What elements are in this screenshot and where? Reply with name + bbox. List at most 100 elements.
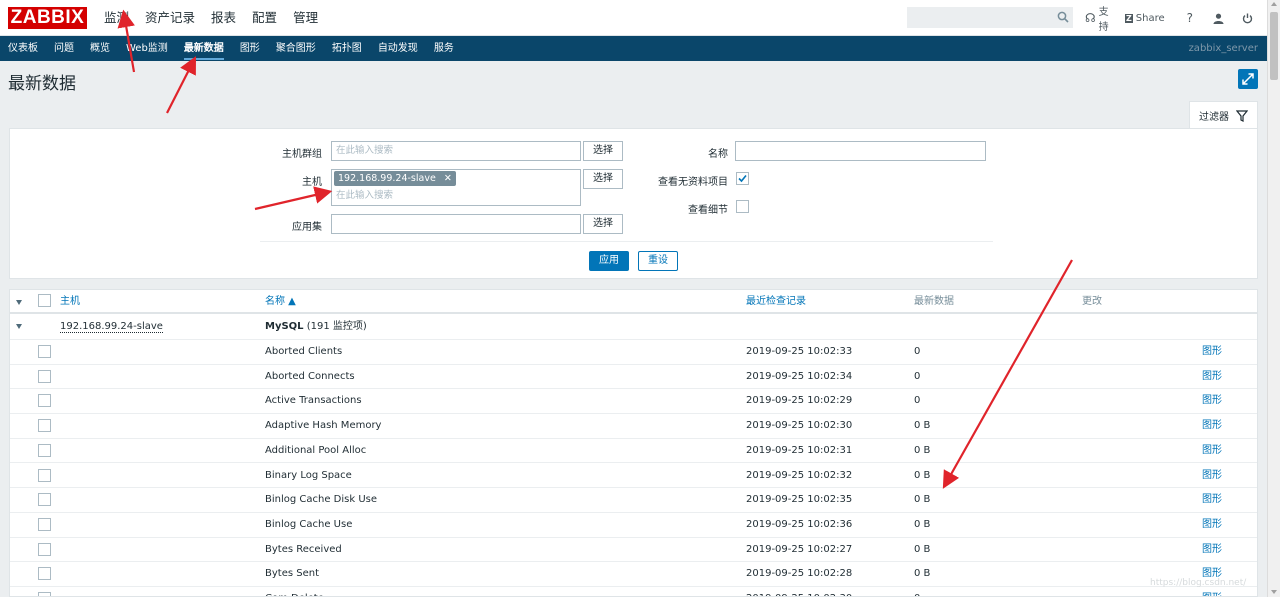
row-checkbox[interactable]: [38, 419, 51, 433]
header-name[interactable]: 名称 ▲: [265, 290, 296, 313]
show-no-data-checkbox[interactable]: [736, 172, 749, 185]
group-host[interactable]: 192.168.99.24-slave: [60, 315, 163, 339]
main-nav-monitoring[interactable]: 监测: [104, 0, 129, 36]
global-search-input[interactable]: [907, 7, 1073, 28]
subnav-problems[interactable]: 问题: [54, 36, 74, 61]
main-nav-reports[interactable]: 报表: [211, 0, 236, 36]
fullscreen-button[interactable]: [1238, 69, 1258, 89]
item-last-value: 0 B: [914, 494, 931, 506]
top-bar: ZABBIX 监测 资产记录 报表 配置 管理 ☊ 支持 Z Share ?: [0, 0, 1267, 36]
row-checkbox[interactable]: [38, 517, 51, 531]
scrollbar-thumb[interactable]: [1270, 12, 1278, 80]
graph-link[interactable]: 图形: [1202, 488, 1222, 512]
filter-panel: 主机群组 在此输入搜索 选择 主机 在此输入搜索 192.168.99.24-s…: [9, 128, 1258, 279]
host-label: 主机: [302, 177, 322, 188]
item-name: Com Delete: [265, 587, 324, 596]
page-scrollbar[interactable]: [1267, 0, 1280, 597]
graph-link[interactable]: 图形: [1202, 538, 1222, 562]
host-select-button[interactable]: 选择: [583, 169, 623, 189]
host-group-input[interactable]: 在此输入搜索: [331, 141, 581, 161]
item-name: Aborted Connects: [265, 370, 355, 382]
subnav-discovery[interactable]: 自动发现: [378, 36, 418, 61]
zabbix-logo[interactable]: ZABBIX: [8, 7, 87, 29]
row-checkbox[interactable]: [38, 443, 51, 457]
help-link[interactable]: ?: [1187, 11, 1193, 25]
main-nav-configuration[interactable]: 配置: [252, 0, 277, 36]
main-nav-administration[interactable]: 管理: [293, 0, 318, 36]
table-row: Aborted Connects 2019-09-25 10:02:34 0 图形: [10, 365, 1257, 390]
subnav-graphs[interactable]: 图形: [240, 36, 260, 61]
item-name: Adaptive Hash Memory: [265, 420, 382, 432]
table-row: Bytes Sent 2019-09-25 10:02:28 0 B 图形: [10, 562, 1257, 587]
top-actions: ☊ 支持 Z Share ?: [1085, 0, 1267, 36]
item-last-check: 2019-09-25 10:02:29: [746, 395, 853, 407]
item-last-value: 0 B: [914, 568, 931, 580]
signout-link[interactable]: [1242, 13, 1253, 24]
row-checkbox[interactable]: [38, 468, 51, 482]
subnav-services[interactable]: 服务: [434, 36, 454, 61]
user-profile-link[interactable]: [1213, 13, 1224, 24]
latest-data-table: 主机 名称 ▲ 最近检查记录 最新数据 更改 192.168.99.24-sla…: [9, 289, 1258, 597]
subnav-maps[interactable]: 拓扑图: [332, 36, 362, 61]
item-last-value: 0 B: [914, 420, 931, 432]
apply-button[interactable]: 应用: [589, 251, 629, 271]
scroll-up-arrow-icon[interactable]: [1271, 2, 1277, 6]
scroll-down-arrow-icon[interactable]: [1271, 590, 1277, 594]
header-last-value: 最新数据: [914, 296, 954, 307]
graph-link[interactable]: 图形: [1202, 587, 1222, 596]
graph-link[interactable]: 图形: [1202, 365, 1222, 389]
item-name: Additional Pool Alloc: [265, 444, 367, 456]
search-icon[interactable]: [1057, 11, 1069, 23]
item-last-value: 0: [914, 395, 921, 407]
row-checkbox[interactable]: [38, 567, 51, 581]
row-checkbox[interactable]: [38, 394, 51, 408]
host-group-select-button[interactable]: 选择: [583, 141, 623, 161]
subnav-latest-data[interactable]: 最新数据: [183, 36, 224, 61]
row-checkbox[interactable]: [38, 369, 51, 383]
item-name: Binlog Cache Disk Use: [265, 494, 378, 506]
collapse-all-icon[interactable]: [16, 300, 22, 305]
support-link[interactable]: ☊ 支持: [1085, 3, 1111, 33]
reset-button[interactable]: 重设: [638, 251, 678, 271]
graph-link[interactable]: 图形: [1202, 464, 1222, 488]
graph-link[interactable]: 图形: [1202, 439, 1222, 463]
item-name: Bytes Sent: [265, 568, 319, 580]
table-row: Additional Pool Alloc 2019-09-25 10:02:31…: [10, 439, 1257, 464]
checkmark-icon: [738, 174, 747, 183]
row-checkbox[interactable]: [38, 493, 51, 507]
select-all-checkbox[interactable]: [38, 294, 51, 307]
subnav-screens[interactable]: 聚合图形: [276, 36, 316, 61]
subnav-web[interactable]: Web监测: [126, 36, 168, 61]
row-checkbox[interactable]: [38, 592, 51, 596]
item-last-value: 0: [914, 370, 921, 382]
headset-icon: ☊: [1085, 11, 1096, 25]
row-checkbox[interactable]: [38, 542, 51, 556]
header-change: 更改: [1082, 296, 1102, 307]
table-row: Bytes Received 2019-09-25 10:02:27 0 B 图形: [10, 538, 1257, 563]
remove-tag-icon[interactable]: ✕: [444, 173, 452, 184]
application-select-button[interactable]: 选择: [583, 214, 623, 234]
subnav-dashboard[interactable]: 仪表板: [8, 36, 38, 61]
name-label: 名称: [708, 149, 728, 160]
graph-link[interactable]: 图形: [1202, 414, 1222, 438]
application-input[interactable]: [331, 214, 581, 234]
item-last-check: 2019-09-25 10:02:33: [746, 346, 853, 357]
row-checkbox[interactable]: [38, 345, 51, 358]
show-details-checkbox[interactable]: [736, 200, 749, 213]
host-tag-label: 192.168.99.24-slave: [338, 173, 436, 184]
name-input[interactable]: [735, 141, 986, 161]
filter-tab[interactable]: 过滤器: [1189, 101, 1258, 129]
header-host[interactable]: 主机: [60, 290, 80, 313]
host-group-label: 主机群组: [282, 149, 322, 160]
funnel-icon: [1236, 109, 1248, 122]
graph-link[interactable]: 图形: [1202, 513, 1222, 537]
graph-link[interactable]: 图形: [1202, 340, 1222, 364]
header-last-check[interactable]: 最近检查记录: [746, 290, 806, 313]
collapse-group-icon[interactable]: [16, 324, 22, 329]
share-link[interactable]: Z Share: [1124, 13, 1165, 24]
item-last-check: 2019-09-25 10:02:30: [746, 587, 852, 596]
table-row: Com Delete 2019-09-25 10:02:30 0 图形: [10, 587, 1257, 596]
graph-link[interactable]: 图形: [1202, 389, 1222, 413]
subnav-overview[interactable]: 概览: [90, 36, 110, 61]
main-nav-inventory[interactable]: 资产记录: [145, 0, 195, 36]
